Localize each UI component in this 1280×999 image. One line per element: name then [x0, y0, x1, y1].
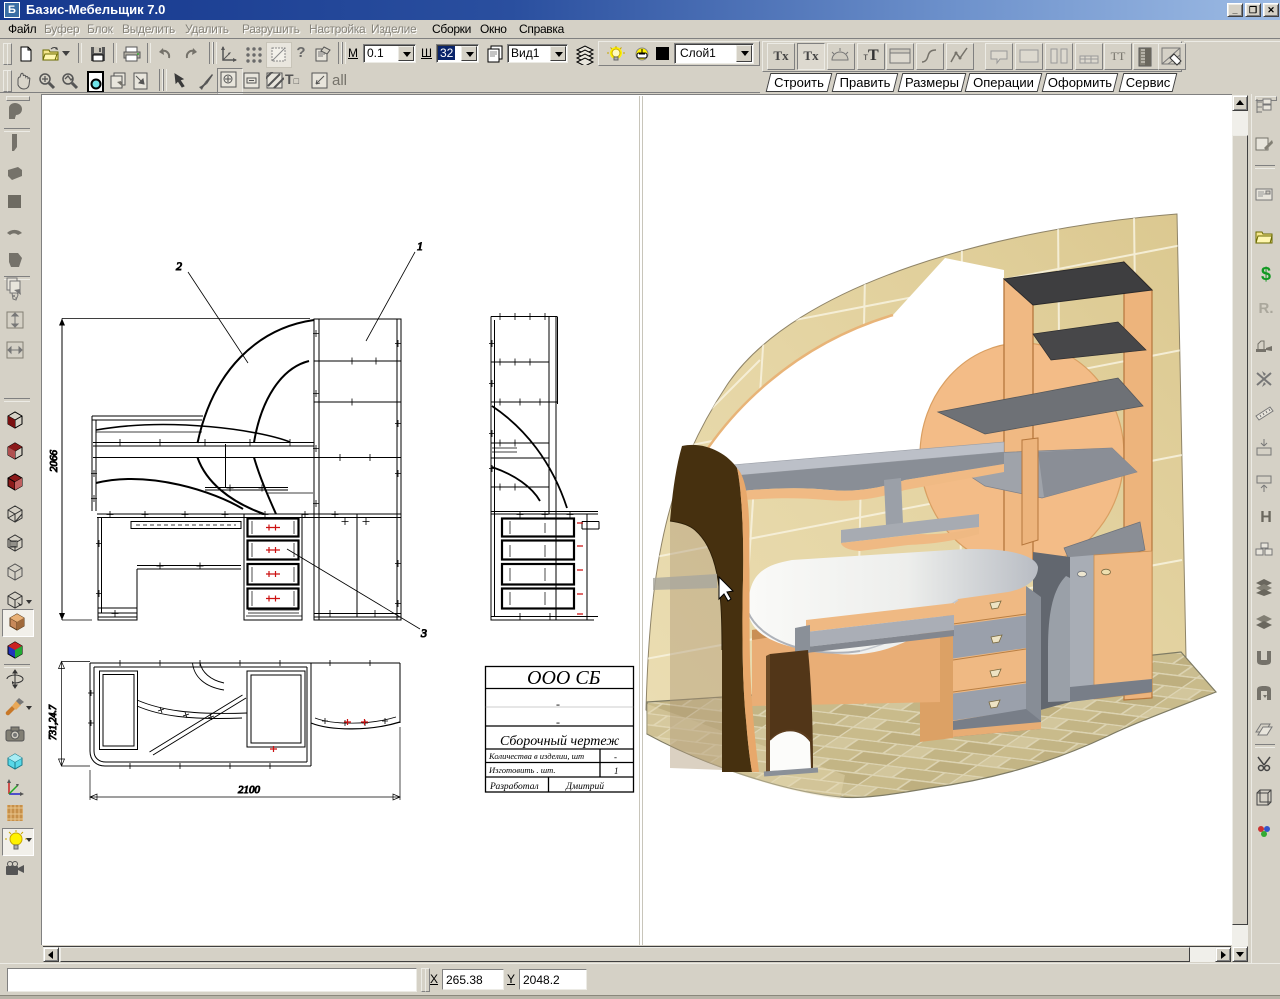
- svg-text:2: 2: [176, 259, 182, 273]
- svg-text:1: 1: [417, 239, 423, 253]
- svg-text:Изготовить . шт.: Изготовить . шт.: [488, 765, 556, 775]
- svg-text:Сборочный чертеж: Сборочный чертеж: [500, 734, 619, 749]
- svg-text:ООО СБ: ООО СБ: [527, 667, 601, 689]
- svg-text:731,24.7: 731,24.7: [48, 704, 59, 740]
- svg-text:Разработал: Разработал: [489, 781, 539, 792]
- svg-text:2100: 2100: [238, 784, 261, 796]
- svg-text:2066: 2066: [48, 450, 60, 473]
- svg-text:-: -: [614, 752, 617, 762]
- svg-text:3: 3: [420, 626, 427, 640]
- svg-text:1: 1: [614, 766, 619, 776]
- svg-text:Количества в изделии, шт: Количества в изделии, шт: [488, 751, 584, 761]
- svg-text:-: -: [556, 715, 560, 729]
- svg-text:Дмитрий: Дмитрий: [565, 781, 604, 792]
- svg-text:-: -: [556, 697, 560, 711]
